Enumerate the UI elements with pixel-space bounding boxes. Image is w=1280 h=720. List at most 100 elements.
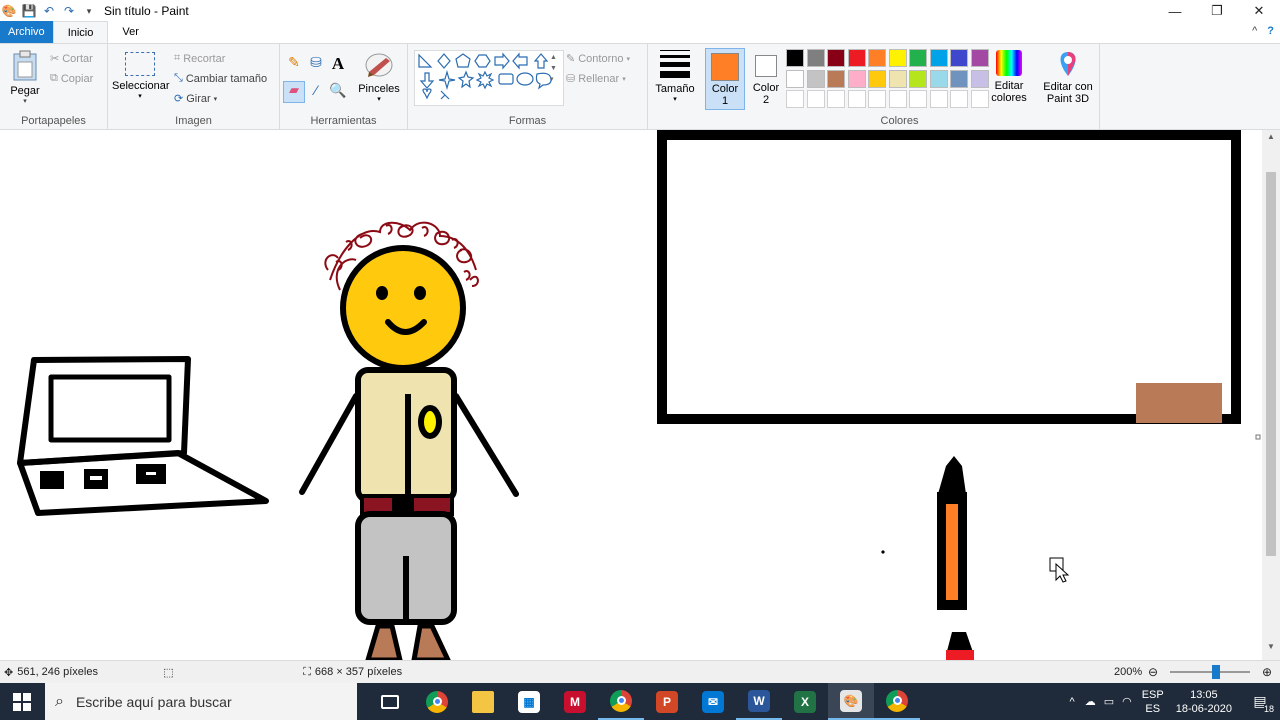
chrome-icon-3[interactable]	[874, 683, 920, 720]
word-icon[interactable]: W	[736, 683, 782, 720]
eraser-icon[interactable]: ▰	[283, 81, 305, 103]
palette-custom-swatch[interactable]	[847, 90, 866, 108]
palette-swatch[interactable]	[888, 49, 907, 67]
save-icon[interactable]: 💾	[22, 4, 37, 18]
action-center-icon[interactable]: ▤ 18	[1246, 683, 1274, 720]
brushes-dropdown-icon[interactable]: ▾	[356, 95, 402, 103]
outline-button[interactable]: ✎ Contorno ▾	[566, 52, 630, 66]
palette-swatch[interactable]	[888, 69, 907, 88]
clock[interactable]: 13:05 18-06-2020	[1176, 688, 1232, 716]
color-picker-icon[interactable]: ⁄	[306, 82, 326, 102]
scroll-thumb[interactable]	[1266, 172, 1276, 556]
scroll-down-icon[interactable]: ▼	[1262, 642, 1280, 658]
paint-app-icon[interactable]: 🎨	[2, 4, 17, 18]
palette-custom-swatch[interactable]	[929, 90, 948, 108]
onedrive-icon[interactable]: ☁	[1085, 695, 1096, 708]
redo-icon[interactable]: ↷	[62, 4, 76, 18]
palette-custom-swatch[interactable]	[827, 90, 845, 108]
palette-swatch[interactable]	[950, 49, 968, 67]
paste-button[interactable]: Pegar ▾	[6, 50, 44, 105]
palette-swatch[interactable]	[827, 49, 845, 67]
palette-swatch[interactable]	[847, 69, 866, 88]
select-button[interactable]: Seleccionar ▾	[112, 52, 169, 100]
palette-swatch[interactable]	[970, 69, 989, 88]
palette-custom-swatch[interactable]	[786, 90, 804, 108]
resize-button[interactable]: ⤡ Cambiar tamaño	[174, 72, 267, 85]
collapse-ribbon-icon[interactable]: ^	[1252, 25, 1257, 37]
paint-taskbar-icon[interactable]: 🎨	[828, 683, 874, 720]
palette-swatch[interactable]	[929, 49, 948, 67]
palette-swatch[interactable]	[847, 49, 866, 67]
chrome-icon[interactable]	[414, 683, 460, 720]
crop-button[interactable]: ⌗ Recortar	[174, 52, 225, 65]
store-icon[interactable]: ▦	[506, 683, 552, 720]
palette-swatch[interactable]	[786, 49, 804, 67]
battery-icon[interactable]: ▭	[1104, 695, 1114, 708]
shapes-gallery[interactable]	[414, 50, 564, 106]
zoom-slider-thumb[interactable]	[1212, 665, 1220, 679]
fill-bucket-icon[interactable]: ⛁	[306, 54, 326, 74]
customize-qa-icon[interactable]: ▾	[82, 4, 96, 18]
palette-swatch[interactable]	[950, 69, 968, 88]
language-indicator[interactable]: ESP ES	[1142, 688, 1164, 716]
windows-start-icon[interactable]	[13, 693, 31, 711]
palette-swatch[interactable]	[806, 69, 825, 88]
drawing	[17, 130, 1261, 660]
brushes-button[interactable]: Pinceles ▾	[356, 50, 402, 103]
fill-button[interactable]: ⛁ Rellenar ▾	[566, 72, 626, 86]
pencil-icon[interactable]: ✎	[284, 54, 304, 74]
palette-swatch[interactable]	[970, 49, 989, 67]
file-explorer-icon[interactable]	[460, 683, 506, 720]
magnifier-icon[interactable]: 🔍	[328, 82, 348, 102]
mail-icon[interactable]: ✉	[690, 683, 736, 720]
palette-custom-swatch[interactable]	[909, 90, 927, 108]
palette-swatch[interactable]	[909, 69, 927, 88]
cut-button[interactable]: ✂ Cortar	[50, 52, 93, 66]
size-button[interactable]: Tamaño ▾	[654, 50, 696, 103]
wifi-icon[interactable]: ◠	[1122, 695, 1132, 708]
paint3d-button[interactable]: Editar con Paint 3D	[1036, 50, 1100, 105]
tab-ver[interactable]: Ver	[108, 21, 153, 43]
tray-expand-icon[interactable]: ^	[1070, 696, 1075, 708]
excel-icon[interactable]: X	[782, 683, 828, 720]
palette-swatch[interactable]	[806, 49, 825, 67]
color1-button[interactable]: Color 1	[705, 48, 745, 110]
palette-swatch[interactable]	[868, 49, 886, 67]
edit-colors-button[interactable]: Editar colores	[990, 50, 1028, 104]
close-button[interactable]: ✕	[1238, 0, 1280, 22]
palette-swatch[interactable]	[929, 69, 948, 88]
tab-archivo[interactable]: Archivo	[0, 21, 53, 43]
copy-button[interactable]: ⧉ Copiar	[50, 72, 93, 85]
vertical-scrollbar[interactable]: ▲ ▼	[1262, 130, 1280, 660]
tab-inicio[interactable]: Inicio	[52, 21, 109, 43]
paste-dropdown-icon[interactable]: ▾	[6, 97, 44, 105]
palette-swatch[interactable]	[868, 69, 886, 88]
palette-swatch[interactable]	[827, 69, 845, 88]
select-dropdown-icon[interactable]: ▾	[112, 92, 168, 100]
palette-swatch[interactable]	[909, 49, 927, 67]
palette-custom-swatch[interactable]	[806, 90, 825, 108]
task-view-icon[interactable]	[367, 683, 413, 720]
palette-custom-swatch[interactable]	[868, 90, 886, 108]
zoom-out-icon[interactable]: ⊖	[1148, 665, 1158, 679]
drawing-canvas[interactable]	[0, 130, 1262, 660]
maximize-button[interactable]: ❐	[1196, 0, 1238, 22]
palette-custom-swatch[interactable]	[970, 90, 989, 108]
text-tool-icon[interactable]: A	[328, 54, 348, 74]
chrome-icon-2[interactable]	[598, 683, 644, 720]
mcafee-icon[interactable]: M	[552, 683, 598, 720]
palette-custom-swatch[interactable]	[950, 90, 968, 108]
taskbar-search[interactable]: ⌕ Escribe aquí para buscar	[45, 683, 357, 720]
color2-button[interactable]: Color 2	[748, 48, 784, 110]
help-icon[interactable]: ?	[1267, 25, 1274, 37]
zoom-in-icon[interactable]: ⊕	[1262, 665, 1272, 679]
minimize-button[interactable]: —	[1154, 0, 1196, 22]
palette-custom-swatch[interactable]	[888, 90, 907, 108]
shapes-scroll[interactable]: ▲ ▼ ▾	[550, 52, 560, 85]
palette-swatch[interactable]	[786, 69, 804, 88]
zoom-slider[interactable]	[1170, 671, 1250, 673]
rotate-button[interactable]: ⟳ Girar ▾	[174, 92, 217, 106]
powerpoint-icon[interactable]: P	[644, 683, 690, 720]
scroll-up-icon[interactable]: ▲	[1262, 132, 1280, 148]
undo-icon[interactable]: ↶	[42, 4, 56, 18]
